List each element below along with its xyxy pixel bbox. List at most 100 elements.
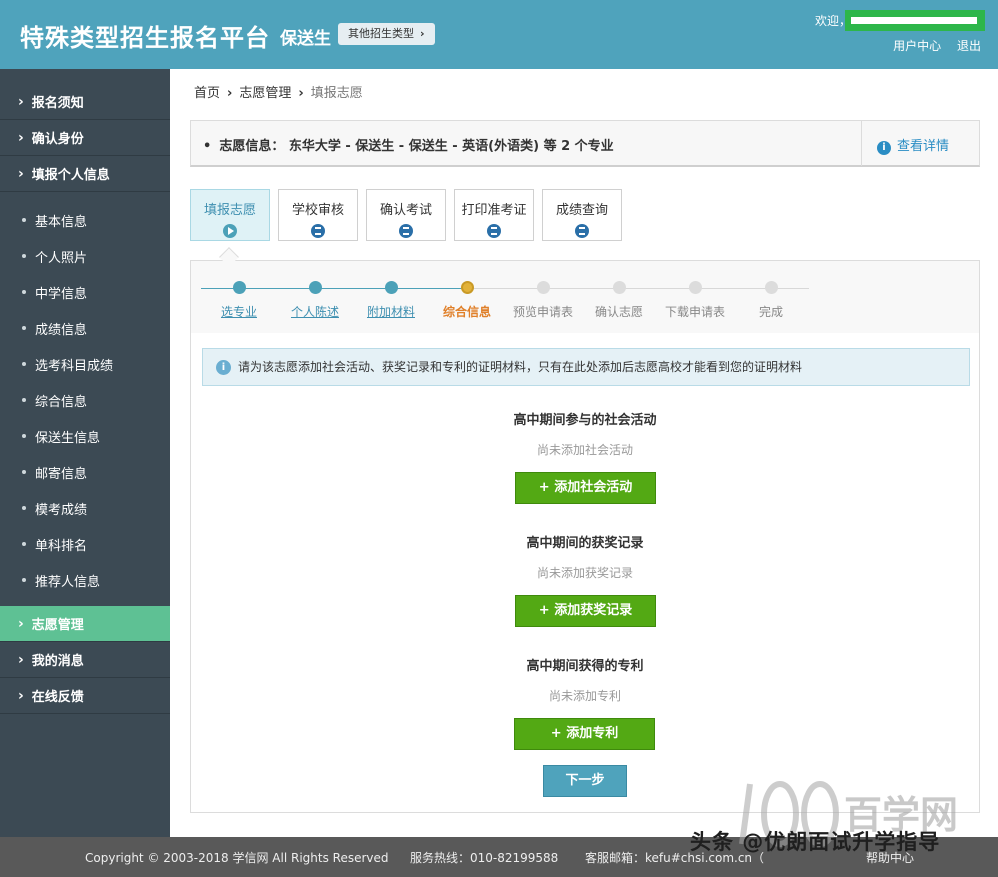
sidebar-item-application-management[interactable]: › 志愿管理 — [0, 606, 170, 642]
application-info: • 志愿信息： 东华大学 - 保送生 - 保送生 - 英语(外语类) 等 2 个专… — [203, 135, 614, 154]
section-title: 高中期间参与的社会活动 — [513, 413, 657, 428]
step-dot — [612, 281, 626, 294]
redaction-bar — [851, 17, 977, 24]
tab-print-admission-ticket[interactable]: 打印准考证 — [454, 189, 534, 241]
tab-label: 学校审核 — [291, 203, 344, 218]
step-label: 下载申请表 — [664, 305, 725, 319]
sidebar-subitem-recommended-admission-info[interactable]: 保送生信息 — [0, 418, 170, 454]
sidebar-subitem-mock-exam[interactable]: 模考成绩 — [0, 490, 170, 526]
breadcrumb-home[interactable]: 首页 — [194, 86, 220, 101]
progress-step-comprehensive-info: 综合信息 — [432, 281, 502, 320]
application-info-text: 志愿信息： 东华大学 - 保送生 - 保送生 - 英语(外语类) 等 2 个专业 — [219, 139, 614, 154]
step-dot — [232, 281, 246, 294]
sidebar-subitem-label: 基本信息 — [35, 214, 88, 230]
application-form-panel: 选专业 个人陈述 附加材料 综合信息 预览申请表 确认志愿 下载申请表 完成 i… — [190, 260, 980, 813]
chevron-right-icon: › — [18, 687, 24, 704]
footer-hotline: 服务热线：010-82199588 — [410, 851, 559, 865]
chevron-right-icon: › — [18, 615, 24, 632]
step-dot — [764, 281, 778, 294]
sidebar-item-registration-notice[interactable]: › 报名须知 — [0, 84, 170, 120]
sidebar-item-label: 确认身份 — [31, 132, 84, 147]
sidebar-subitem-mailing-info[interactable]: 邮寄信息 — [0, 454, 170, 490]
chevron-right-icon: › — [18, 651, 24, 668]
progress-step-select-major[interactable]: 选专业 — [204, 281, 274, 320]
bullet-icon — [22, 542, 26, 546]
progress-step-additional-materials[interactable]: 附加材料 — [356, 281, 426, 320]
tab-label: 填报志愿 — [203, 203, 256, 218]
bullet-icon — [22, 434, 26, 438]
progress-step-complete: 完成 — [736, 281, 806, 320]
sidebar-subnav: 基本信息 个人照片 中学信息 成绩信息 选考科目成绩 综合信息 保送生信息 邮寄… — [0, 192, 170, 606]
step-dot — [308, 281, 322, 294]
sidebar-subitem-basic-info[interactable]: 基本信息 — [0, 202, 170, 238]
tab-confirm-exam[interactable]: 确认考试 — [366, 189, 446, 241]
view-details-link[interactable]: i 查看详情 — [877, 135, 949, 155]
divider — [861, 121, 862, 166]
sidebar-subitem-subject-ranking[interactable]: 单科排名 — [0, 526, 170, 562]
add-award-button[interactable]: + 添加获奖记录 — [515, 595, 656, 627]
sidebar-subitem-label: 保送生信息 — [35, 430, 101, 446]
sidebar-subitem-label: 模考成绩 — [35, 502, 88, 518]
sidebar-subitem-recommender-info[interactable]: 推荐人信息 — [0, 562, 170, 598]
bullet-icon — [22, 326, 26, 330]
breadcrumb: 首页 › 志愿管理 › 填报志愿 — [194, 82, 363, 101]
empty-state-text: 尚未添加社会活动 — [536, 443, 633, 457]
progress-step-personal-statement[interactable]: 个人陈述 — [280, 281, 350, 320]
info-icon: i — [877, 141, 891, 155]
bullet-icon: • — [203, 139, 212, 154]
other-admission-types-button[interactable]: 其他招生类型 › — [338, 23, 435, 45]
sidebar-subitem-school-info[interactable]: 中学信息 — [0, 274, 170, 310]
progress-steps: 选专业 个人陈述 附加材料 综合信息 预览申请表 确认志愿 下载申请表 完成 — [191, 261, 979, 333]
sidebar-subitem-elective-grades[interactable]: 选考科目成绩 — [0, 346, 170, 382]
play-icon — [223, 224, 237, 238]
bullet-icon — [22, 398, 26, 402]
sidebar: › 报名须知 › 确认身份 › 填报个人信息 基本信息 个人照片 中学信息 成绩信息 … — [0, 69, 170, 837]
sidebar-item-label: 填报个人信息 — [31, 168, 110, 183]
user-center-link[interactable]: 用户中心 — [893, 39, 941, 53]
progress-step-download-form: 下载申请表 — [660, 281, 730, 320]
info-icon: i — [216, 360, 231, 375]
sidebar-subitem-label: 中学信息 — [35, 286, 88, 302]
tab-label: 确认考试 — [379, 203, 432, 218]
add-patent-button[interactable]: + 添加专利 — [514, 718, 655, 750]
sidebar-item-my-messages[interactable]: › 我的消息 — [0, 642, 170, 678]
sidebar-subitem-label: 邮寄信息 — [35, 466, 88, 482]
bullet-icon — [22, 362, 26, 366]
chevron-right-icon: › — [18, 93, 24, 110]
breadcrumb-application-management[interactable]: 志愿管理 — [239, 86, 291, 101]
empty-state-text: 尚未添加专利 — [548, 689, 621, 703]
hourglass-icon — [399, 224, 413, 238]
sidebar-subitem-comprehensive-info[interactable]: 综合信息 — [0, 382, 170, 418]
header-links: 用户中心 退出 — [881, 37, 981, 54]
chevron-right-icon: › — [298, 86, 304, 101]
tab-school-review[interactable]: 学校审核 — [278, 189, 358, 241]
empty-state-text: 尚未添加获奖记录 — [536, 566, 633, 580]
sidebar-subitem-photo[interactable]: 个人照片 — [0, 238, 170, 274]
view-details-label: 查看详情 — [897, 139, 950, 154]
breadcrumb-current: 填报志愿 — [310, 86, 363, 101]
step-label: 预览申请表 — [512, 305, 573, 319]
sidebar-item-confirm-identity[interactable]: › 确认身份 — [0, 120, 170, 156]
sidebar-item-personal-info[interactable]: › 填报个人信息 — [0, 156, 170, 192]
bullet-icon — [22, 218, 26, 222]
step-dot — [460, 281, 474, 294]
logout-link[interactable]: 退出 — [957, 39, 981, 53]
tab-score-query[interactable]: 成绩查询 — [542, 189, 622, 241]
hourglass-icon — [487, 224, 501, 238]
sidebar-subitem-label: 单科排名 — [35, 538, 88, 554]
sidebar-item-online-feedback[interactable]: › 在线反馈 — [0, 678, 170, 714]
chevron-right-icon: › — [227, 86, 233, 101]
patents-section: 高中期间获得的专利 尚未添加专利 — [191, 655, 979, 704]
add-social-activity-button[interactable]: + 添加社会活动 — [515, 472, 656, 504]
next-step-button[interactable]: 下一步 — [543, 765, 627, 797]
step-label: 综合信息 — [442, 305, 491, 319]
step-dot — [536, 281, 550, 294]
top-header: 特殊类型招生报名平台 保送生 其他招生类型 › 欢迎， 用户中心 退出 — [0, 0, 998, 69]
step-label: 附加材料 — [366, 305, 415, 319]
tab-fill-application[interactable]: 填报志愿 — [190, 189, 270, 241]
progress-step-confirm-application: 确认志愿 — [584, 281, 654, 320]
footer-copyright: Copyright © 2003-2018 学信网 All Rights Res… — [85, 851, 389, 865]
sidebar-subitem-label: 推荐人信息 — [35, 574, 101, 590]
sidebar-subitem-grades[interactable]: 成绩信息 — [0, 310, 170, 346]
sidebar-subitem-label: 个人照片 — [35, 250, 88, 266]
